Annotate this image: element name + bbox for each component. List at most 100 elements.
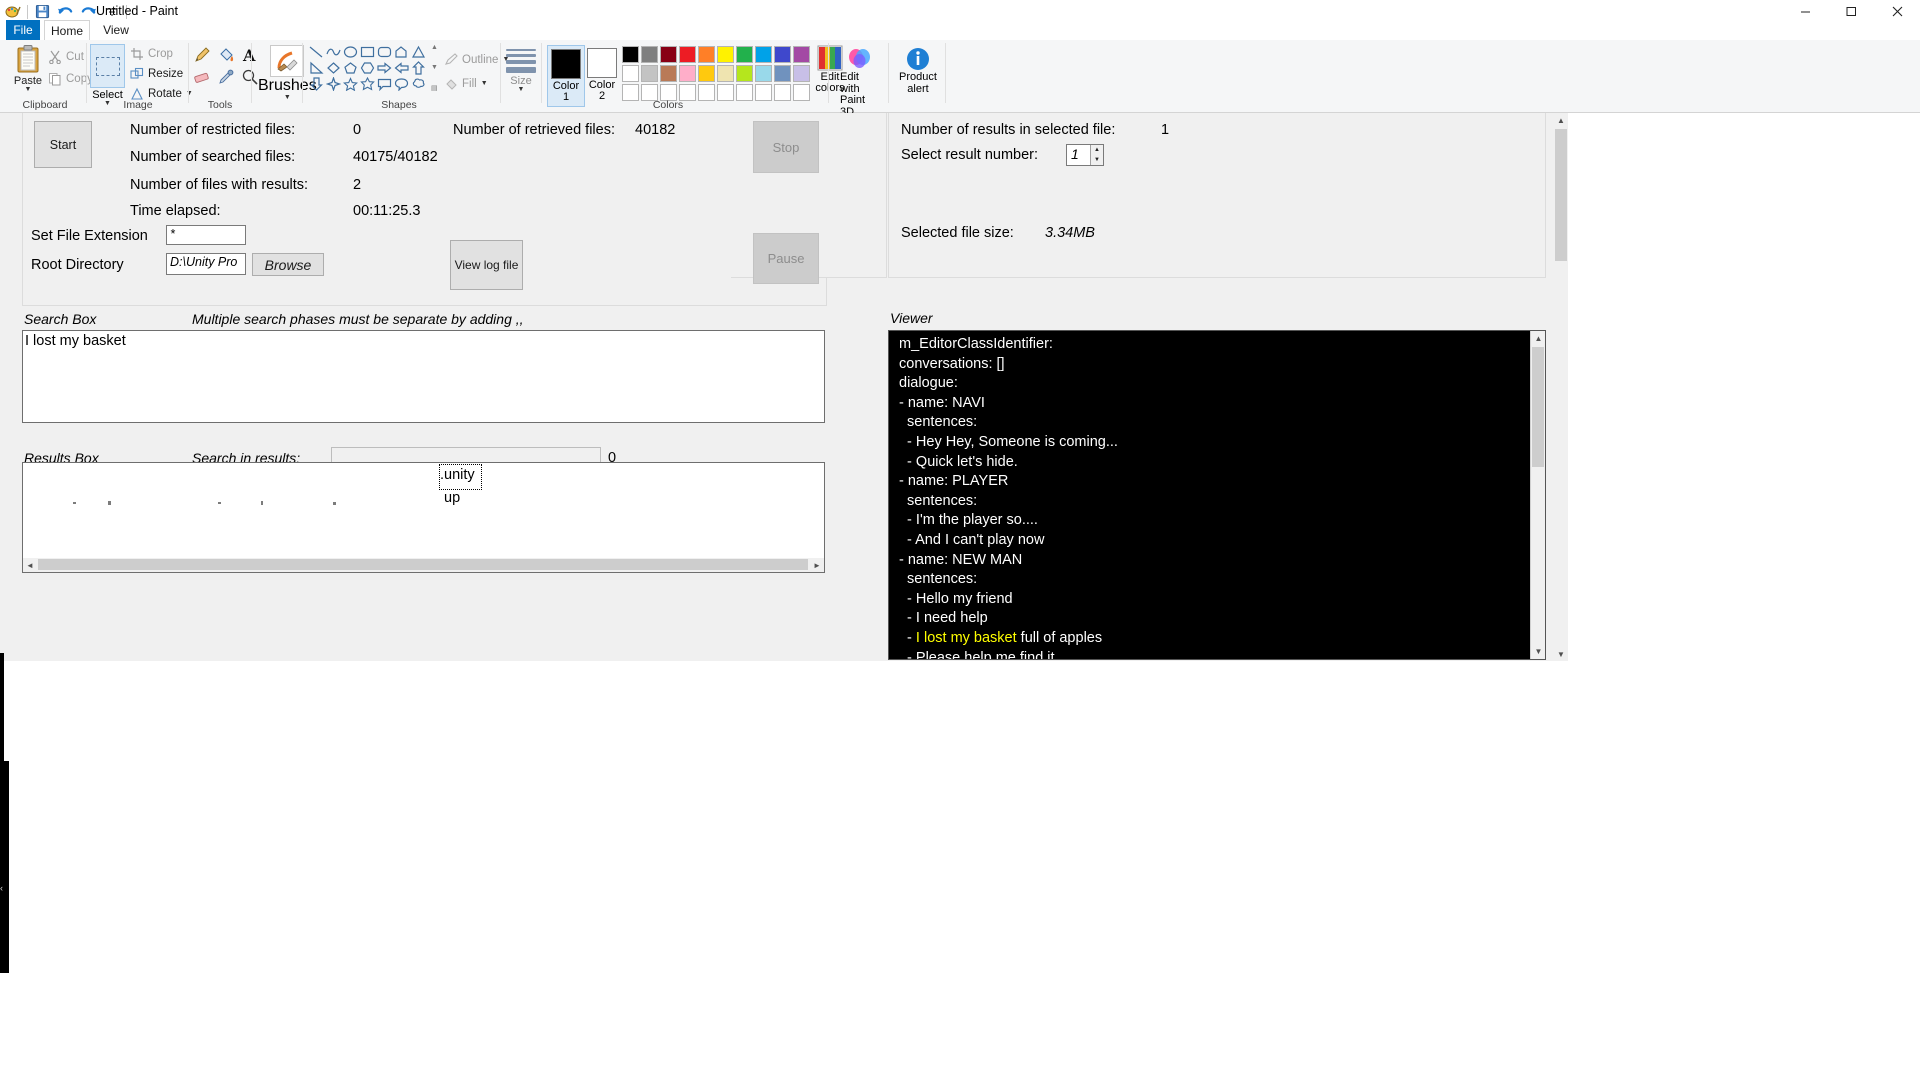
viewer-text: m_EditorClassIdentifier: conversations: [… (899, 335, 1529, 659)
fill-button[interactable]: Fill ▼ (444, 74, 488, 93)
paste-button[interactable]: Paste ▼ (6, 44, 50, 93)
tab-home[interactable]: Home (44, 20, 90, 40)
browse-button[interactable]: Browse (252, 253, 324, 276)
color-swatch-1-9[interactable] (793, 65, 810, 82)
spinner-up-icon[interactable]: ▲ (1090, 145, 1103, 155)
start-button[interactable]: Start (34, 121, 92, 168)
color-picker-icon[interactable] (217, 68, 235, 91)
paint-canvas[interactable]: Start Number of restricted files: 0 Numb… (0, 113, 1920, 1080)
edit-with-paint3d-button[interactable]: Edit with Paint 3D (840, 46, 880, 118)
tab-file[interactable]: File (6, 20, 40, 40)
viewer-line: - Quick let's hide. (899, 453, 1018, 470)
viewer-line: conversations: [] (899, 355, 1005, 372)
viewer-line: - I'm the player so.... (899, 512, 1038, 529)
ribbon-group-colors: Color 1 Color 2 Edit colors Colors (543, 40, 845, 112)
color-swatch-0-2[interactable] (660, 46, 677, 63)
ribbon-group-brushes: Brushes ▼ (253, 40, 317, 112)
color-swatch-1-3[interactable] (679, 65, 696, 82)
size-button[interactable]: Size ▼ (506, 49, 536, 93)
color-swatch-1-1[interactable] (641, 65, 658, 82)
stop-button[interactable]: Stop (753, 121, 819, 173)
viewer-line: sentences: (899, 571, 978, 588)
size-dropdown-icon[interactable]: ▼ (506, 86, 536, 93)
color2-button[interactable]: Color 2 (587, 48, 617, 102)
color-swatch-1-0[interactable] (622, 65, 639, 82)
color-swatch-0-0[interactable] (622, 46, 639, 63)
search-input[interactable]: I lost my basket (22, 330, 825, 423)
results-list[interactable]: .unity up ◄ ► (22, 462, 825, 573)
color-swatch-0-9[interactable] (793, 46, 810, 63)
results-in-file-value: 1 (1161, 122, 1170, 138)
fill-icon[interactable] (217, 46, 235, 69)
erased-pixel-dust (261, 501, 263, 505)
app-vscroll-thumb[interactable] (1555, 129, 1567, 261)
product-alert-button[interactable]: Product alert (898, 46, 938, 95)
shape-gallery-more-icon[interactable]: ▤ (431, 84, 438, 92)
paint-icon[interactable] (4, 3, 21, 20)
tab-view[interactable]: View (93, 20, 139, 40)
color-swatch-0-4[interactable] (698, 46, 715, 63)
pause-button[interactable]: Pause (753, 233, 819, 284)
resize-button[interactable]: Resize (130, 64, 183, 83)
shape-gallery-scroll[interactable]: ▲ ▼ ▤ (431, 44, 438, 92)
app-vscroll-up-icon[interactable]: ▲ (1554, 113, 1568, 127)
eraser-icon[interactable] (193, 68, 211, 91)
color-swatch-1-8[interactable] (774, 65, 791, 82)
pencil-icon[interactable] (193, 46, 211, 69)
app-vscrollbar[interactable]: ▲ ▼ (1554, 113, 1568, 661)
select-button[interactable]: Select ▼ (90, 44, 125, 107)
vscroll-up-icon[interactable]: ▲ (1531, 331, 1545, 346)
color-swatch-1-7[interactable] (755, 65, 772, 82)
color-swatch-2-9[interactable] (793, 84, 810, 101)
vscroll-down-icon[interactable]: ▼ (1531, 644, 1545, 659)
app-vscroll-down-icon[interactable]: ▼ (1554, 647, 1568, 661)
color-swatch-0-3[interactable] (679, 46, 696, 63)
undo-icon[interactable] (57, 3, 74, 20)
viewer-pane[interactable]: m_EditorClassIdentifier: conversations: [… (888, 330, 1546, 660)
color-swatch-0-1[interactable] (641, 46, 658, 63)
shape-gallery[interactable] (308, 44, 427, 92)
color-palette[interactable] (621, 45, 811, 102)
shapes-group-label: Shapes (381, 99, 417, 111)
color1-button[interactable]: Color 1 (547, 45, 585, 107)
hscroll-right-icon[interactable]: ► (810, 558, 824, 572)
select-result-spinner[interactable]: 1 ▲ ▼ (1066, 144, 1104, 166)
color-swatch-0-8[interactable] (774, 46, 791, 63)
shape-scroll-up-icon[interactable]: ▲ (431, 44, 438, 51)
color-swatch-1-6[interactable] (736, 65, 753, 82)
color-swatch-0-5[interactable] (717, 46, 734, 63)
ribbon-group-product-alert: Product alert (890, 40, 944, 112)
color-swatch-0-7[interactable] (755, 46, 772, 63)
spinner-down-icon[interactable]: ▼ (1090, 155, 1103, 165)
paste-dropdown-icon[interactable]: ▼ (25, 86, 32, 93)
paint3d-icon (849, 49, 870, 68)
viewer-line: sentences: (899, 414, 978, 431)
shape-scroll-down-icon[interactable]: ▼ (431, 64, 438, 71)
copy-icon (49, 72, 61, 85)
ribbon-divider-3 (251, 43, 252, 103)
size-bars-icon (506, 49, 536, 73)
color-swatch-1-5[interactable] (717, 65, 734, 82)
viewer-line: dialogue: (899, 375, 958, 392)
fill-dropdown-icon[interactable]: ▼ (481, 80, 488, 87)
viewer-line: m_EditorClassIdentifier: (899, 336, 1053, 352)
spinner-buttons[interactable]: ▲ ▼ (1090, 145, 1103, 165)
brushes-dropdown-icon[interactable]: ▼ (284, 94, 291, 101)
brush-icon (270, 45, 305, 77)
root-directory-input[interactable]: D:\Unity Pro (166, 253, 246, 275)
file-extension-input[interactable]: * (166, 225, 246, 245)
cut-button[interactable]: Cut (48, 47, 84, 66)
color-swatch-1-2[interactable] (660, 65, 677, 82)
hscroll-thumb[interactable] (38, 559, 808, 570)
viewer-vscrollbar[interactable]: ▲ ▼ (1530, 331, 1545, 659)
vscroll-thumb[interactable] (1532, 347, 1544, 467)
color-swatch-1-4[interactable] (698, 65, 715, 82)
cut-label: Cut (66, 50, 84, 63)
hscroll-left-icon[interactable]: ◄ (23, 558, 37, 572)
results-hscrollbar[interactable]: ◄ ► (23, 558, 824, 572)
view-log-file-button[interactable]: View log file (450, 240, 523, 290)
redo-icon[interactable] (80, 3, 97, 20)
save-icon[interactable] (34, 3, 51, 20)
crop-button[interactable]: Crop (130, 44, 173, 63)
color-swatch-0-6[interactable] (736, 46, 753, 63)
